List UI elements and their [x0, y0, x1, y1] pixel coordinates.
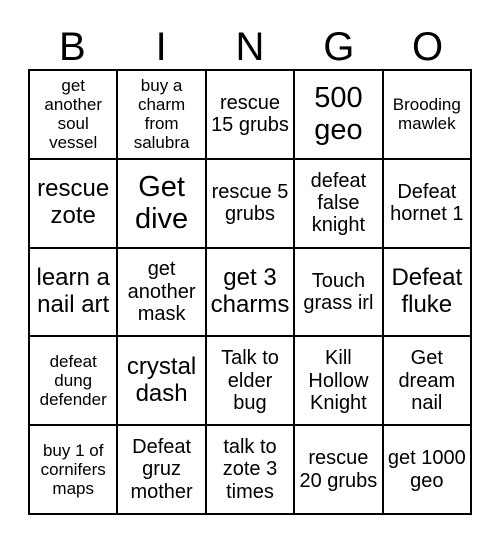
bingo-cell[interactable]: rescue 20 grubs	[295, 426, 384, 515]
bingo-cell[interactable]: crystal dash	[118, 337, 207, 427]
bingo-grid: get another soul vessel buy a charm from …	[28, 69, 472, 515]
bingo-header-letter-i: I	[155, 25, 167, 69]
bingo-cell[interactable]: learn a nail art	[30, 248, 119, 338]
bingo-cell-label: get 1000 geo	[387, 447, 466, 492]
bingo-cell-label: talk to zote 3 times	[222, 436, 278, 503]
bingo-cell-label: get another mask	[127, 258, 196, 326]
bingo-cell-label: rescue 20 grubs	[299, 447, 378, 492]
bingo-cell-label: Get dive	[134, 170, 189, 236]
bingo-cell-label: Kill Hollow Knight	[308, 347, 369, 414]
bingo-cell-label: defeat false knight	[310, 169, 367, 237]
bingo-cell-label: Defeat fluke	[391, 264, 463, 318]
bingo-cell[interactable]: Defeat gruz mother	[118, 426, 207, 515]
bingo-cell[interactable]: defeat dung defender	[30, 337, 119, 427]
bingo-cell-label: 500 geo	[314, 81, 363, 147]
bingo-cell[interactable]: Touch grass irl	[295, 248, 384, 338]
bingo-cell[interactable]: Kill Hollow Knight	[295, 337, 384, 427]
bingo-cell[interactable]: get 1000 geo	[383, 426, 472, 515]
bingo-cell-label: Brooding mawlek	[392, 95, 461, 134]
bingo-cell[interactable]: Get dive	[118, 159, 207, 249]
bingo-cell[interactable]: Talk to elder bug	[206, 337, 296, 427]
bingo-cell-label: rescue zote	[37, 175, 110, 230]
bingo-cell-label: get another soul vessel	[44, 76, 103, 153]
bingo-cell-label: Defeat gruz mother	[130, 436, 193, 503]
bingo-cell-label: rescue 15 grubs	[211, 92, 289, 137]
bingo-cell-label: Talk to elder bug	[221, 347, 279, 414]
bingo-header-letter-b: B	[59, 25, 86, 69]
bingo-cell[interactable]: 500 geo	[295, 71, 384, 160]
bingo-cell[interactable]: defeat false knight	[295, 159, 384, 249]
bingo-cell[interactable]: buy 1 of cornifers maps	[30, 426, 119, 515]
bingo-cell-label: defeat dung defender	[39, 352, 107, 410]
bingo-cell-label: crystal dash	[126, 352, 197, 407]
bingo-cell-label: Defeat hornet 1	[390, 180, 464, 226]
bingo-header: B I N G O	[28, 14, 472, 69]
bingo-cell-label: buy a charm from salubra	[133, 76, 190, 153]
bingo-cell[interactable]: get 3 charms	[206, 248, 296, 338]
bingo-cell[interactable]: buy a charm from salubra	[118, 71, 207, 160]
bingo-header-letter-o: O	[412, 25, 444, 69]
bingo-cell[interactable]: Defeat fluke	[383, 248, 472, 338]
bingo-cell[interactable]: talk to zote 3 times	[206, 426, 296, 515]
bingo-cell-label: rescue 5 grubs	[211, 180, 289, 226]
bingo-card: B I N G O get another soul vessel buy a c…	[0, 0, 500, 544]
bingo-cell[interactable]: Get dream nail	[383, 337, 472, 427]
bingo-cell-label: buy 1 of cornifers maps	[40, 441, 106, 499]
bingo-cell-label: Touch grass irl	[303, 269, 374, 314]
bingo-cell[interactable]: rescue 5 grubs	[206, 159, 296, 249]
bingo-cell-label: get 3 charms	[210, 264, 290, 318]
bingo-cell[interactable]: get another soul vessel	[30, 71, 119, 160]
bingo-cell-label: Get dream nail	[398, 347, 456, 414]
bingo-cell[interactable]: Brooding mawlek	[383, 71, 472, 160]
bingo-cell-label: learn a nail art	[36, 264, 110, 318]
bingo-cell[interactable]: rescue zote	[30, 159, 119, 249]
bingo-header-letter-n: N	[235, 25, 265, 69]
bingo-cell[interactable]: get another mask	[118, 248, 207, 338]
bingo-cell[interactable]: rescue 15 grubs	[206, 71, 296, 160]
bingo-cell[interactable]: Defeat hornet 1	[383, 159, 472, 249]
bingo-header-letter-g: G	[323, 25, 355, 69]
